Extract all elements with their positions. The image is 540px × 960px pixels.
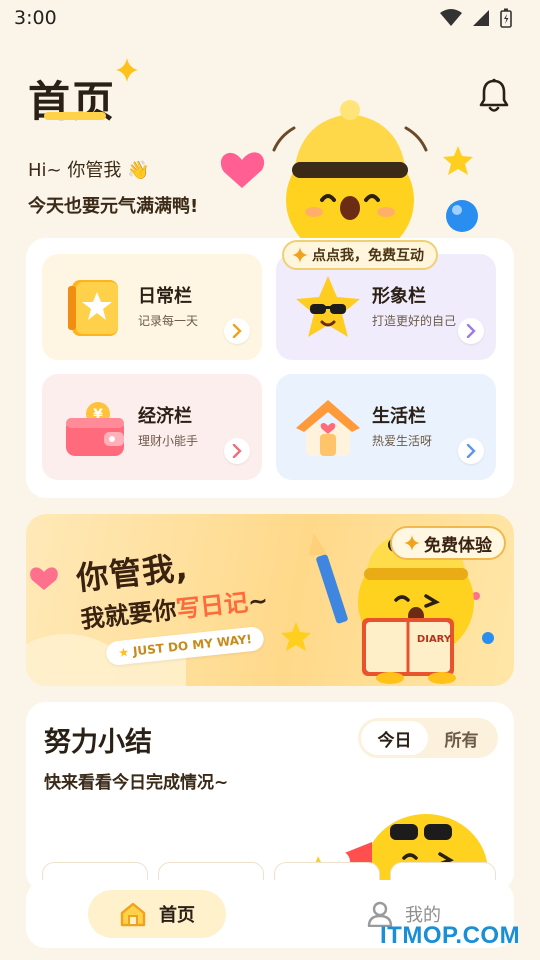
banner-line2-suffix: ~ — [246, 586, 270, 617]
free-trial-label: 免费体验 — [424, 535, 492, 556]
tab-today[interactable]: 今日 — [361, 721, 428, 755]
title-underline — [44, 112, 106, 120]
wallet-icon: ¥ — [66, 402, 124, 456]
sparkle-icon — [404, 535, 420, 551]
mascot-interact-label: 点点我，免费互动 — [312, 248, 424, 264]
watermark: ITMOP.COM — [380, 922, 521, 949]
house-icon — [296, 400, 360, 456]
card-subtitle: 热爱生活呀 — [372, 434, 433, 448]
star-sunglasses-icon — [296, 276, 360, 337]
chevron-right-icon[interactable] — [224, 438, 250, 464]
card-subtitle: 理财小能手 — [138, 434, 199, 448]
tab-all[interactable]: 所有 — [428, 721, 495, 755]
summary-tab-switch: 今日 所有 — [358, 718, 498, 758]
battery-icon — [500, 8, 512, 28]
summary-section: 努力小结 快来看看今日完成情况~ 今日 所有 — [26, 702, 514, 892]
mascot-interact-badge[interactable]: 点点我，免费互动 — [282, 240, 438, 270]
book-label: DIARY — [417, 634, 452, 645]
card-daily[interactable]: 日常栏 记录每一天 — [42, 254, 262, 360]
free-trial-button[interactable]: 免费体验 — [390, 526, 506, 560]
greeting-text: Hi~ 你管我 👋 — [28, 160, 150, 181]
sparkle-icon — [116, 58, 138, 82]
status-bar: 3:00 — [0, 0, 540, 36]
mascot-character[interactable] — [210, 100, 490, 250]
card-finance[interactable]: ¥ 经济栏 理财小能手 — [42, 374, 262, 480]
signal-icon — [473, 10, 489, 26]
card-subtitle: 记录每一天 — [138, 314, 199, 328]
status-icons — [440, 8, 512, 28]
book-star-icon — [68, 280, 118, 336]
nav-home[interactable]: 首页 — [88, 890, 226, 938]
status-time: 3:00 — [14, 7, 57, 29]
wifi-icon — [440, 9, 462, 26]
card-life[interactable]: 生活栏 热爱生活呀 — [276, 374, 496, 480]
star-icon: ★ — [117, 644, 130, 660]
home-icon — [120, 902, 146, 927]
chevron-right-icon[interactable] — [224, 318, 250, 344]
summary-subtitle: 快来看看今日完成情况~ — [44, 773, 229, 793]
greeting-subtext: 今天也要元气满满鸭! — [28, 196, 199, 217]
card-subtitle: 打造更好的自己 — [372, 314, 457, 328]
summary-title: 努力小结 — [44, 727, 152, 758]
card-title: 生活栏 — [372, 406, 426, 427]
sparkle-icon — [292, 247, 308, 263]
diary-banner[interactable]: 你管我, 我就要你写日记~ ★ JUST DO MY WAY! DIARY 免费… — [26, 514, 514, 686]
chevron-right-icon[interactable] — [458, 438, 484, 464]
card-title: 经济栏 — [138, 406, 192, 427]
card-title: 日常栏 — [138, 286, 192, 307]
chevron-right-icon[interactable] — [458, 318, 484, 344]
card-title: 形象栏 — [372, 286, 426, 307]
nav-home-label: 首页 — [159, 905, 195, 926]
